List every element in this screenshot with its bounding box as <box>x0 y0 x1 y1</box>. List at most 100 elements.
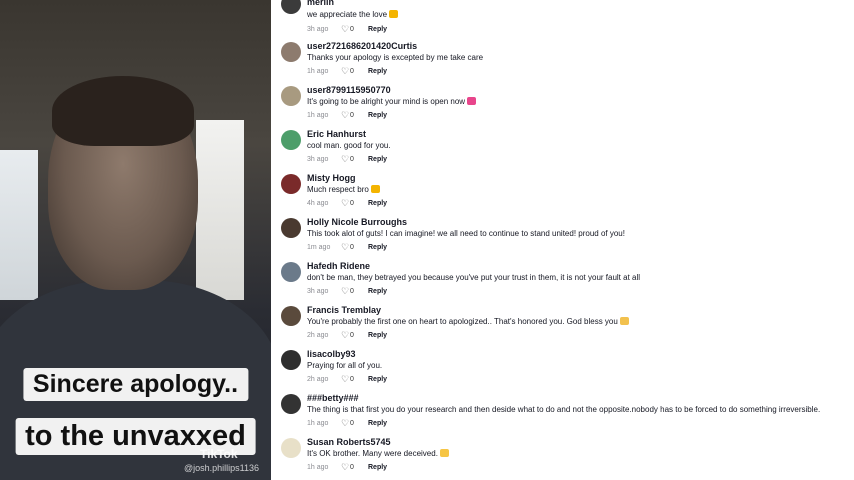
avatar[interactable] <box>281 394 301 414</box>
comment-text: don't be man, they betrayed you because … <box>307 273 641 282</box>
like-count: 0 <box>350 156 354 163</box>
comment-time: 3h ago <box>307 288 329 295</box>
window-background <box>0 150 38 300</box>
comment-meta: 1h ago ♡0 Reply <box>307 418 387 429</box>
sparkling-heart-icon <box>467 97 477 105</box>
comment-text: Praying for all of you. <box>307 361 383 370</box>
comment-item: ###betty### The thing is that first you … <box>271 393 854 438</box>
comment-time: 3h ago <box>307 26 329 33</box>
comment-meta: 3h ago ♡0 Reply <box>307 286 387 297</box>
avatar[interactable] <box>281 218 301 238</box>
comment-time: 1m ago <box>307 244 331 251</box>
caption-line-1: Sincere apology.. <box>22 368 249 401</box>
window-background-right <box>196 120 244 300</box>
comment-item: Susan Roberts5745 It's OK brother. Many … <box>271 437 854 480</box>
reply-button[interactable]: Reply <box>368 288 387 295</box>
comment-item: Misty Hogg Much respect bro 4h ago ♡0 Repl… <box>271 173 854 218</box>
comment-author[interactable]: Eric Hanhurst <box>307 129 366 139</box>
comment-time: 3h ago <box>307 156 329 163</box>
comment-meta: 2h ago ♡0 Reply <box>307 330 387 341</box>
comment-text: cool man. good for you. <box>307 141 391 150</box>
comment-item: merlin we appreciate the love 3h ago ♡0 Re… <box>271 0 854 44</box>
comment-meta: 3h ago ♡0 Reply <box>307 154 387 165</box>
comment-text: It's going to be alright your mind is op… <box>307 97 477 106</box>
reply-button[interactable]: Reply <box>368 26 387 33</box>
comment-meta: 3h ago ♡0 Reply <box>307 24 387 35</box>
heart-icon[interactable]: ♡ <box>341 198 350 209</box>
comment-author[interactable]: Francis Tremblay <box>307 305 381 315</box>
comment-author[interactable]: Hafedh Ridene <box>307 261 370 271</box>
comment-time: 1h ago <box>307 68 329 75</box>
heart-icon[interactable]: ♡ <box>341 110 350 121</box>
comment-text: This took alot of guts! I can imagine! w… <box>307 229 625 238</box>
heart-icon[interactable]: ♡ <box>341 330 350 341</box>
comment-meta: 1h ago ♡0 Reply <box>307 110 387 121</box>
avatar[interactable] <box>281 0 301 14</box>
reply-button[interactable]: Reply <box>368 376 387 383</box>
comment-author[interactable]: Misty Hogg <box>307 173 356 183</box>
comment-author[interactable]: user8799115950770 <box>307 85 391 95</box>
raising-hands-icon <box>439 449 449 457</box>
avatar[interactable] <box>281 306 301 326</box>
comment-time: 1h ago <box>307 420 329 427</box>
comment-text: we appreciate the love <box>307 10 399 19</box>
avatar[interactable] <box>281 262 301 282</box>
like-count: 0 <box>350 112 354 119</box>
reply-button[interactable]: Reply <box>368 200 387 207</box>
comment-time: 1h ago <box>307 112 329 119</box>
comment-author[interactable]: lisacolby93 <box>307 349 356 359</box>
like-count: 0 <box>350 332 354 339</box>
person-hair <box>52 76 194 146</box>
heart-icon[interactable]: ♡ <box>341 418 350 429</box>
comment-author[interactable]: merlin <box>307 0 334 7</box>
smiling-face-hearts-icon <box>389 10 399 18</box>
heart-icon[interactable]: ♡ <box>341 374 350 385</box>
reply-button[interactable]: Reply <box>368 464 387 471</box>
comment-item: Eric Hanhurst cool man. good for you. 3h… <box>271 129 854 174</box>
avatar[interactable] <box>281 130 301 150</box>
comment-item: Francis Tremblay You're probably the fir… <box>271 305 854 350</box>
avatar[interactable] <box>281 174 301 194</box>
comment-item: Holly Nicole Burroughs This took alot of… <box>271 217 854 262</box>
comment-time: 4h ago <box>307 200 329 207</box>
comment-author[interactable]: ###betty### <box>307 393 359 403</box>
heart-icon[interactable]: ♡ <box>341 66 350 77</box>
comment-text: You're probably the first one on heart t… <box>307 317 629 326</box>
comment-author[interactable]: Holly Nicole Burroughs <box>307 217 407 227</box>
comment-item: lisacolby93 Praying for all of you. 2h a… <box>271 349 854 394</box>
video-panel[interactable]: Sincere apology.. to the unvaxxed TikTok… <box>0 0 271 480</box>
avatar[interactable] <box>281 438 301 458</box>
comment-text: It's OK brother. Many were deceived. <box>307 449 449 458</box>
like-count: 0 <box>350 26 354 33</box>
reply-button[interactable]: Reply <box>368 112 387 119</box>
reply-button[interactable]: Reply <box>368 244 387 251</box>
heart-icon[interactable]: ♡ <box>341 242 350 253</box>
reply-button[interactable]: Reply <box>368 68 387 75</box>
tiktok-watermark: TikTok <box>200 447 238 461</box>
like-count: 0 <box>350 200 354 207</box>
reply-button[interactable]: Reply <box>368 332 387 339</box>
reply-button[interactable]: Reply <box>368 156 387 163</box>
avatar[interactable] <box>281 42 301 62</box>
comment-time: 2h ago <box>307 376 329 383</box>
comment-text: Thanks your apology is excepted by me ta… <box>307 53 484 62</box>
watermark-username: @josh.phillips1136 <box>184 463 260 473</box>
comment-meta: 1h ago ♡0 Reply <box>307 462 387 473</box>
comments-panel[interactable]: merlin we appreciate the love 3h ago ♡0 Re… <box>271 0 854 480</box>
comment-meta: 4h ago ♡0 Reply <box>307 198 387 209</box>
heart-icon[interactable]: ♡ <box>341 286 350 297</box>
comment-time: 2h ago <box>307 332 329 339</box>
comment-text: Much respect bro <box>307 185 380 194</box>
avatar[interactable] <box>281 86 301 106</box>
avatar[interactable] <box>281 350 301 370</box>
comment-author[interactable]: Susan Roberts5745 <box>307 437 391 447</box>
smiling-face-hearts-icon <box>370 185 380 193</box>
like-count: 0 <box>350 464 354 471</box>
heart-icon[interactable]: ♡ <box>341 24 350 35</box>
heart-icon[interactable]: ♡ <box>341 462 350 473</box>
comment-meta: 2h ago ♡0 Reply <box>307 374 387 385</box>
reply-button[interactable]: Reply <box>368 420 387 427</box>
heart-icon[interactable]: ♡ <box>341 154 350 165</box>
comment-author[interactable]: user2721686201420Curtis <box>307 41 417 51</box>
victory-hand-icon <box>619 317 629 325</box>
